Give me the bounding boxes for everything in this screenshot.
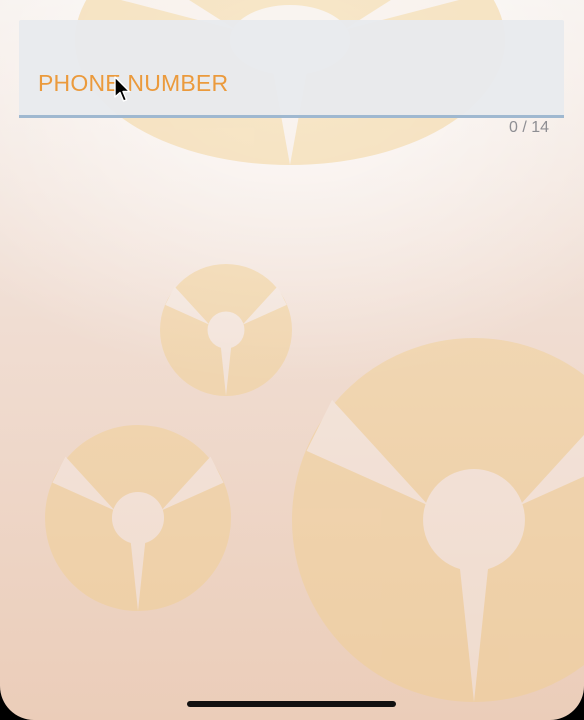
mouse-pointer-icon bbox=[114, 76, 131, 102]
home-indicator[interactable] bbox=[187, 701, 396, 707]
fidget-spinner-icon bbox=[44, 425, 231, 611]
fidget-spinner-icon bbox=[292, 338, 584, 702]
app-screen: PHONE NUMBER 0 / 14 bbox=[0, 0, 584, 720]
phone-number-field[interactable]: PHONE NUMBER bbox=[19, 20, 564, 118]
character-counter: 0 / 14 bbox=[508, 119, 549, 136]
fidget-spinner-icon bbox=[160, 264, 292, 396]
field-underline bbox=[19, 115, 564, 118]
